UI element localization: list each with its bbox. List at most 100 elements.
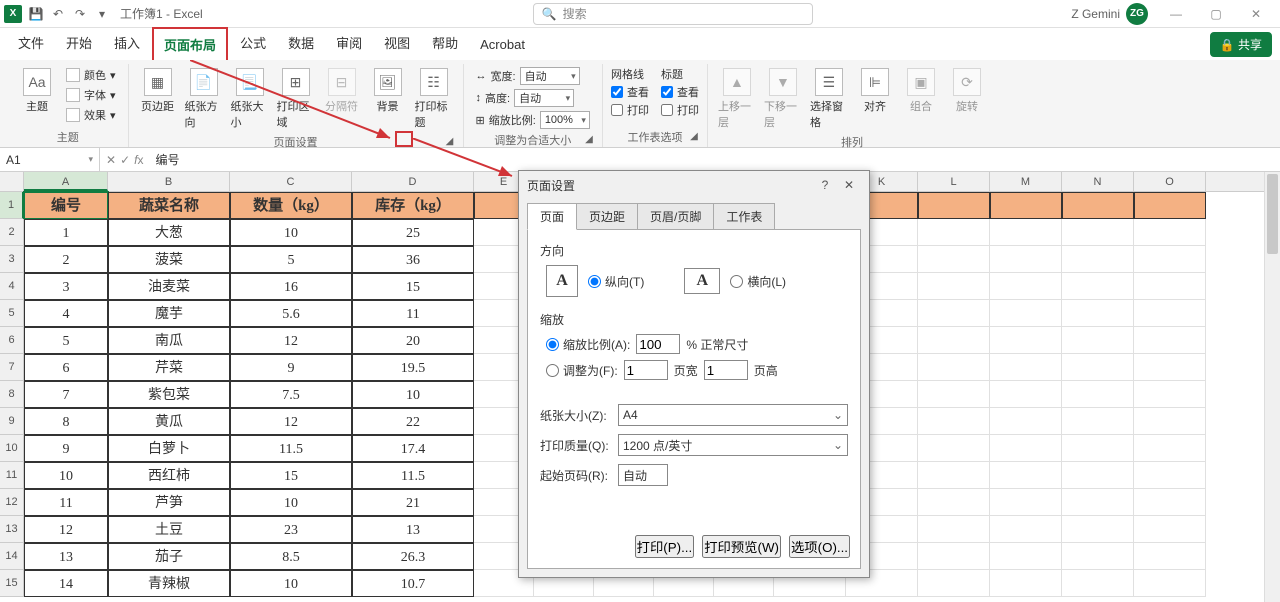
tab-数据[interactable]: 数据 [278, 27, 324, 60]
paper-size-dropdown[interactable]: A4 [618, 404, 848, 426]
scale-ratio-combo[interactable]: 100% [540, 111, 590, 129]
cell-D3[interactable]: 36 [352, 246, 474, 273]
cell-C12[interactable]: 10 [230, 489, 352, 516]
colors-button[interactable]: 颜色 ▾ [62, 66, 120, 84]
cell-B1[interactable]: 蔬菜名称 [108, 192, 230, 219]
cell-M8[interactable] [990, 381, 1062, 408]
dialog-help-icon[interactable]: ? [813, 178, 837, 192]
themes-button[interactable]: Aa主题 [16, 66, 58, 116]
col-header-L[interactable]: L [918, 172, 990, 191]
minimize-button[interactable]: — [1156, 0, 1196, 28]
cell-D13[interactable]: 13 [352, 516, 474, 543]
cell-A13[interactable]: 12 [24, 516, 108, 543]
search-box[interactable]: 🔍 搜索 [533, 3, 813, 25]
tab-页面布局[interactable]: 页面布局 [152, 27, 228, 60]
fit-to-radio[interactable]: 调整为(F): [546, 362, 618, 379]
cell-O5[interactable] [1134, 300, 1206, 327]
cell-M3[interactable] [990, 246, 1062, 273]
gridlines-print-check[interactable]: 打印 [611, 102, 649, 118]
cell-B14[interactable]: 茄子 [108, 543, 230, 570]
send-backward-button[interactable]: ▼下移一层 [762, 66, 804, 132]
cell-M15[interactable] [990, 570, 1062, 597]
cell-M6[interactable] [990, 327, 1062, 354]
maximize-button[interactable]: ▢ [1196, 0, 1236, 28]
bring-forward-button[interactable]: ▲上移一层 [716, 66, 758, 132]
col-header-O[interactable]: O [1134, 172, 1206, 191]
fx-icon[interactable]: fx [134, 153, 143, 167]
cell-O15[interactable] [1134, 570, 1206, 597]
cell-A5[interactable]: 4 [24, 300, 108, 327]
tab-视图[interactable]: 视图 [374, 27, 420, 60]
orientation-button[interactable]: 📄纸张方向 [183, 66, 225, 132]
dialog-options-button[interactable]: 选项(O)... [789, 535, 850, 558]
tab-开始[interactable]: 开始 [56, 27, 102, 60]
cell-L11[interactable] [918, 462, 990, 489]
selection-pane-button[interactable]: ☰选择窗格 [808, 66, 850, 132]
row-header-1[interactable]: 1 [0, 192, 24, 219]
cell-B11[interactable]: 西红柿 [108, 462, 230, 489]
breaks-button[interactable]: ⊟分隔符 [321, 66, 363, 116]
qat-customize-icon[interactable]: ▾ [94, 6, 110, 22]
cell-O13[interactable] [1134, 516, 1206, 543]
cell-L4[interactable] [918, 273, 990, 300]
cell-O8[interactable] [1134, 381, 1206, 408]
rotate-button[interactable]: ⟳旋转 [946, 66, 988, 116]
background-button[interactable]: 🖼背景 [367, 66, 409, 116]
col-header-D[interactable]: D [352, 172, 474, 191]
row-header-4[interactable]: 4 [0, 273, 24, 300]
cell-M5[interactable] [990, 300, 1062, 327]
cell-C4[interactable]: 16 [230, 273, 352, 300]
cell-C5[interactable]: 5.6 [230, 300, 352, 327]
cell-L7[interactable] [918, 354, 990, 381]
row-header-7[interactable]: 7 [0, 354, 24, 381]
cell-L8[interactable] [918, 381, 990, 408]
row-header-12[interactable]: 12 [0, 489, 24, 516]
cell-M10[interactable] [990, 435, 1062, 462]
cell-L10[interactable] [918, 435, 990, 462]
cell-A6[interactable]: 5 [24, 327, 108, 354]
cell-C8[interactable]: 7.5 [230, 381, 352, 408]
effects-button[interactable]: 效果 ▾ [62, 106, 120, 124]
cell-N5[interactable] [1062, 300, 1134, 327]
cell-B2[interactable]: 大葱 [108, 219, 230, 246]
cell-N10[interactable] [1062, 435, 1134, 462]
cell-L15[interactable] [918, 570, 990, 597]
cell-A11[interactable]: 10 [24, 462, 108, 489]
tab-审阅[interactable]: 审阅 [326, 27, 372, 60]
cell-M4[interactable] [990, 273, 1062, 300]
cell-B8[interactable]: 紫包菜 [108, 381, 230, 408]
dialog-print-button[interactable]: 打印(P)... [635, 535, 695, 558]
cell-C15[interactable]: 10 [230, 570, 352, 597]
cell-C1[interactable]: 数量（kg） [230, 192, 352, 219]
group-button[interactable]: ▣组合 [900, 66, 942, 116]
dialog-titlebar[interactable]: 页面设置 ? ✕ [519, 171, 869, 199]
cell-A9[interactable]: 8 [24, 408, 108, 435]
cell-C6[interactable]: 12 [230, 327, 352, 354]
row-header-15[interactable]: 15 [0, 570, 24, 597]
portrait-radio[interactable]: 纵向(T) [588, 273, 644, 290]
tab-文件[interactable]: 文件 [8, 27, 54, 60]
cell-N9[interactable] [1062, 408, 1134, 435]
row-header-5[interactable]: 5 [0, 300, 24, 327]
fit-height-input[interactable] [704, 360, 748, 380]
cell-B12[interactable]: 芦笋 [108, 489, 230, 516]
cell-M2[interactable] [990, 219, 1062, 246]
share-button[interactable]: 🔒 共享 [1210, 32, 1272, 57]
sheet-options-launcher-icon[interactable]: ◢ [687, 131, 701, 145]
cell-N7[interactable] [1062, 354, 1134, 381]
cell-D2[interactable]: 25 [352, 219, 474, 246]
row-header-14[interactable]: 14 [0, 543, 24, 570]
cell-L14[interactable] [918, 543, 990, 570]
cell-L1[interactable] [918, 192, 990, 219]
cell-O4[interactable] [1134, 273, 1206, 300]
cell-D9[interactable]: 22 [352, 408, 474, 435]
cell-O7[interactable] [1134, 354, 1206, 381]
first-page-input[interactable]: 自动 [618, 464, 668, 486]
vertical-scrollbar[interactable] [1264, 172, 1280, 602]
cell-C14[interactable]: 8.5 [230, 543, 352, 570]
scale-launcher-icon[interactable]: ◢ [582, 134, 596, 148]
cell-D12[interactable]: 21 [352, 489, 474, 516]
row-header-9[interactable]: 9 [0, 408, 24, 435]
cell-O9[interactable] [1134, 408, 1206, 435]
dialog-preview-button[interactable]: 打印预览(W) [702, 535, 781, 558]
